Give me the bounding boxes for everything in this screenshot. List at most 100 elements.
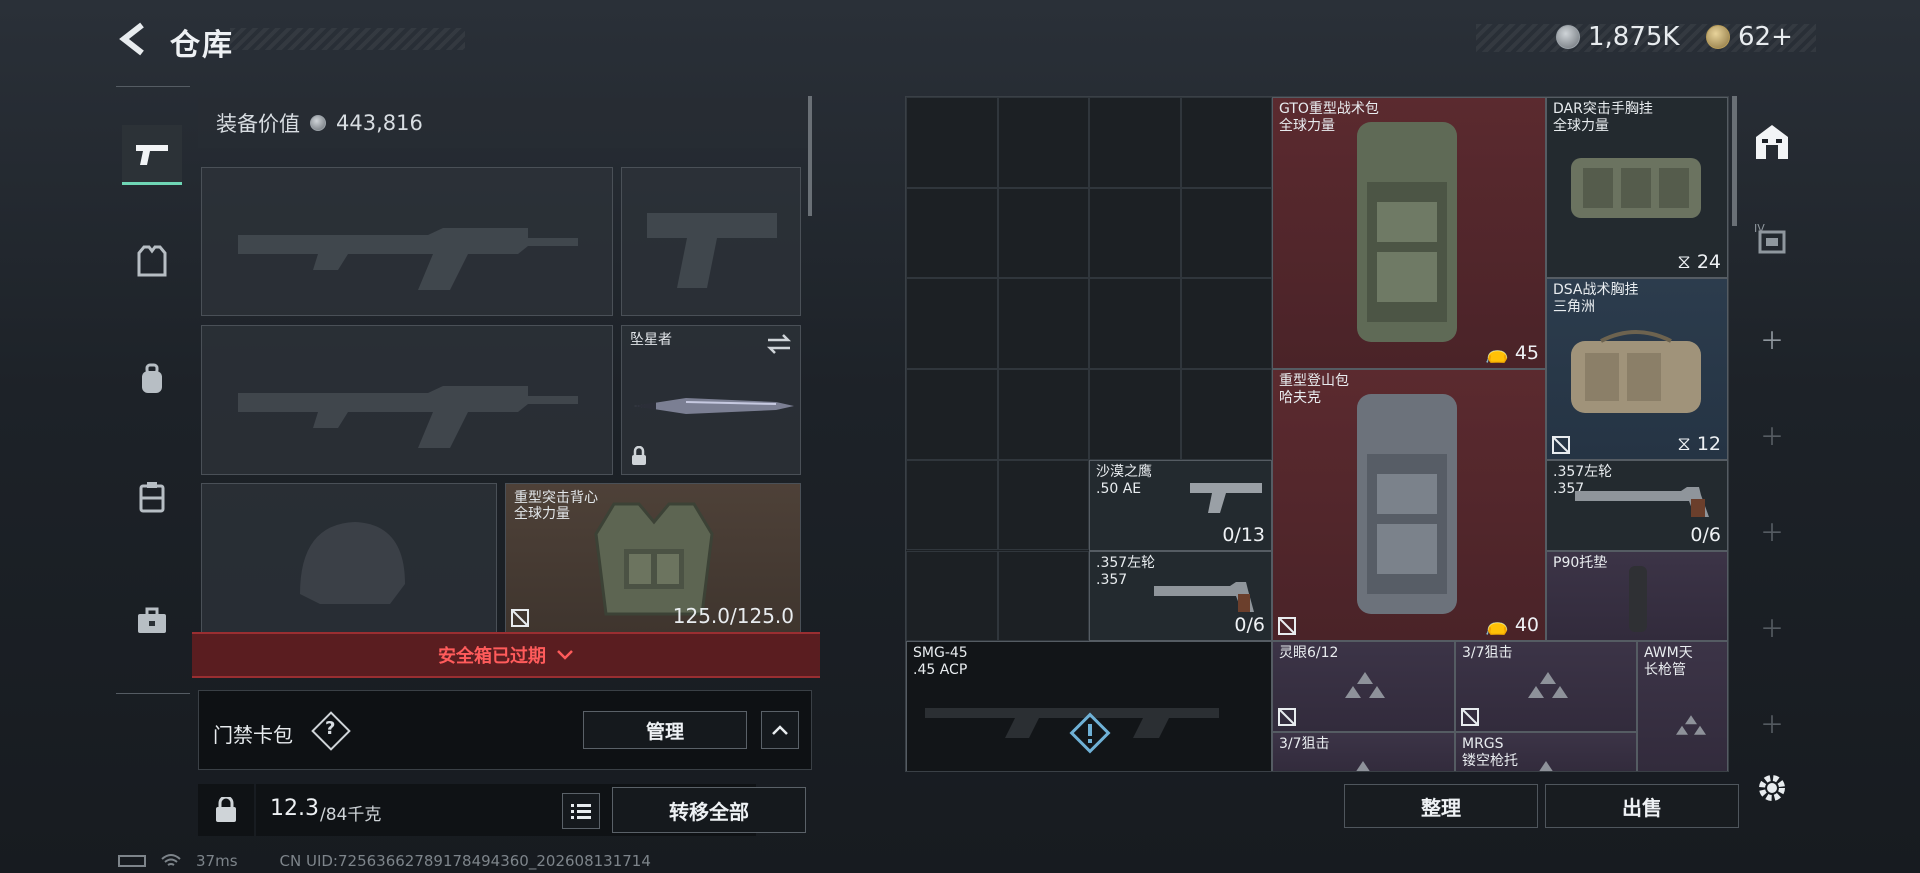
item-p90-pad[interactable]: P90托垫 [1546,551,1728,641]
stash-tab-icon: IV [1754,222,1786,254]
weight-max: /84千克 [320,805,382,825]
item-label: P90托垫 [1553,555,1608,571]
item-label: 沙漠之鹰 .50 AE [1096,464,1152,497]
add-stash-button[interactable]: ＋ [1742,692,1802,752]
item-mountain-backpack[interactable]: 重型登山包 哈夫克 👝 40 [1272,369,1546,641]
melee-slot[interactable]: 坠星者 [621,325,801,475]
rifle-silhouette-icon [238,386,578,448]
settings-button[interactable] [1752,768,1792,808]
rail-weapons[interactable] [122,125,182,185]
grid-cell[interactable] [997,97,1089,188]
rail-armor[interactable] [122,231,182,291]
item-desert-eagle[interactable]: 沙漠之鹰 .50 AE 0/13 [1089,460,1272,551]
rail-rig[interactable] [122,467,182,527]
category-rail [116,86,190,694]
silver-currency[interactable]: 1,875K [1556,20,1679,54]
collapse-button[interactable] [761,711,799,749]
item-awm-barrel[interactable]: AWM天 长枪管 [1637,641,1728,771]
transfer-all-button[interactable]: 转移全部 [612,787,806,833]
item-revolver-2[interactable]: .357左轮 .357 0/6 [1546,460,1728,551]
item-smg45[interactable]: SMG-45.45 ACP [906,641,1272,771]
item-scope-lingyan[interactable]: 灵眼6/12 [1272,641,1455,732]
armor-slot[interactable]: 重型突击背心 全球力量 125.0/125.0 [505,483,801,633]
grid-cell[interactable] [997,187,1089,279]
add-stash-button[interactable]: ＋ [1742,596,1802,656]
grid-cell[interactable] [1180,187,1272,279]
item-count: 👝 40 [1485,614,1539,636]
item-dsa-rig[interactable]: DSA战术胸挂 三角洲 ⧖ 12 [1546,278,1728,460]
grid-cell[interactable] [906,459,998,551]
item-label: DAR突击手胸挂 全球力量 [1553,101,1653,134]
primary-weapon-slot[interactable] [201,167,613,316]
chest-rig-icon [139,482,165,513]
add-stash-button[interactable]: ＋ [1742,500,1802,560]
item-label: DSA战术胸挂 三角洲 [1553,282,1639,315]
sidearm-slot[interactable] [621,167,801,316]
secondary-weapon-slot[interactable] [201,325,613,475]
backpack-icon [142,363,162,393]
grid-cell[interactable] [997,459,1089,551]
grid-cell[interactable] [906,369,998,460]
knife-image [634,398,794,414]
grid-cell[interactable] [1089,369,1181,460]
item-revolver-1[interactable]: .357左轮 .357 0/6 [1089,551,1272,641]
grid-cell[interactable] [997,550,1089,642]
grid-cell[interactable] [906,187,998,279]
grid-cell[interactable] [906,278,998,370]
grid-scrollbar[interactable] [1732,96,1737,226]
grid-cell[interactable] [997,278,1089,370]
grid-cell[interactable] [1089,97,1181,188]
add-stash-button[interactable]: ＋ [1742,308,1802,368]
panel-scrollbar[interactable] [808,96,812,216]
sort-button[interactable]: 整理 [1344,784,1538,828]
list-view-button[interactable] [562,793,600,829]
item-label: MRGS 镂空枪托 [1462,736,1518,769]
item-label: 3/7狙击 [1462,645,1513,661]
back-button[interactable] [118,22,148,56]
item-gto-backpack[interactable]: GTO重型战术包 全球力量 👝 45 [1272,97,1546,369]
no-insure-icon [1278,708,1296,726]
grid-cell[interactable] [1089,278,1181,370]
stash-page-4-button[interactable]: IV [1742,208,1802,268]
item-count: ⧖ 24 [1677,251,1721,273]
stash-grid[interactable]: GTO重型战术包 全球力量 👝 45 DAR突击手胸挂 全球力量 ⧖ 24 DSA战… [905,96,1729,772]
equipment-value-label: 装备价值 [216,112,300,136]
briefcase-icon [138,607,166,633]
item-dar-rig[interactable]: DAR突击手胸挂 全球力量 ⧖ 24 [1546,97,1728,278]
stock-pad-image [1629,566,1647,632]
grid-cell[interactable] [1180,369,1272,460]
capacity-bar: 12.3 /84千克 转移全部 [198,784,818,836]
rifle-silhouette-icon [238,228,578,290]
grid-cell[interactable] [1180,278,1272,370]
placeholder-triangles-icon [1345,672,1385,698]
keycard-holder-row: 门禁卡包 ? 管理 [198,690,812,770]
gold-currency[interactable]: 62+ [1706,20,1793,54]
grid-cell[interactable] [906,97,998,188]
add-stash-button[interactable]: ＋ [1742,404,1802,464]
backpack-image [1357,394,1457,614]
grid-cell[interactable] [906,550,998,642]
helmet-slot[interactable] [201,483,497,633]
no-insure-icon [511,609,529,627]
armor-durability: 125.0/125.0 [672,604,794,628]
grid-cell[interactable] [1089,187,1181,279]
item-scope-37-b[interactable]: 3/7狙击 [1272,732,1455,771]
equipment-value-amount: 443,816 [336,111,423,135]
weight-current: 12.3 [270,796,319,821]
sell-button[interactable]: 出售 [1545,784,1739,828]
rail-backpack[interactable] [122,349,182,409]
safe-box-expired-banner[interactable]: 安全箱已过期 [192,632,820,678]
swap-icon[interactable] [766,334,792,354]
grid-cell[interactable] [997,369,1089,460]
melee-name: 坠星者 [630,332,672,348]
grid-cell[interactable] [1180,97,1272,188]
revolver-image [1154,582,1254,612]
rail-case[interactable] [122,591,182,651]
item-scope-37-a[interactable]: 3/7狙击 [1455,641,1637,732]
no-insure-icon [1461,708,1479,726]
no-insure-icon [1278,617,1296,635]
stash-home-button[interactable] [1742,112,1802,172]
manage-button[interactable]: 管理 [583,711,747,749]
equipment-value: 装备价值 443,816 [198,98,808,148]
item-mrgs-stock[interactable]: MRGS 镂空枪托 [1455,732,1637,771]
